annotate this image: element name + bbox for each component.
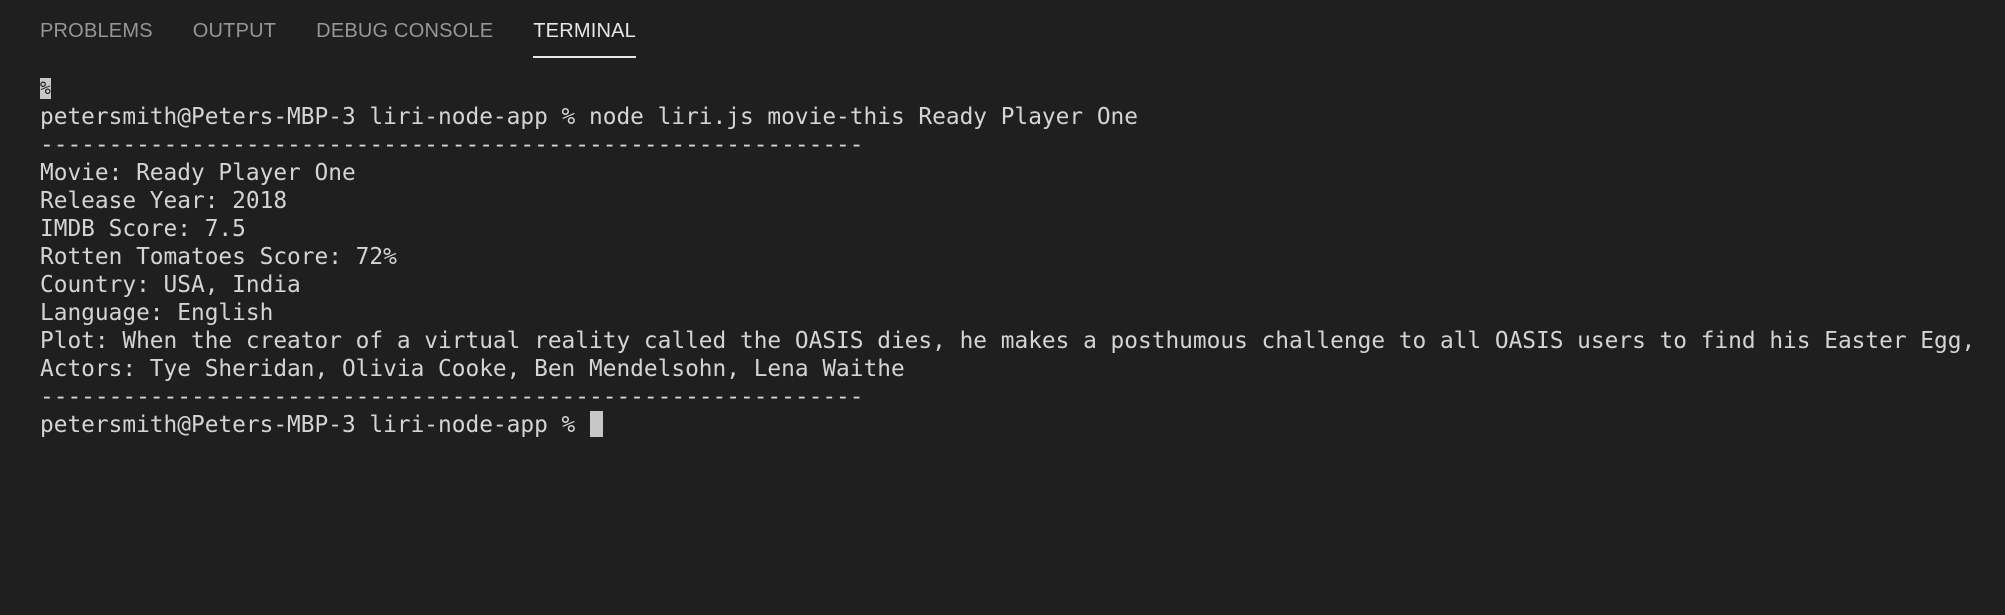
prompt: petersmith@Peters-MBP-3 liri-node-app % bbox=[40, 104, 589, 130]
tab-output[interactable]: OUTPUT bbox=[193, 0, 276, 60]
output-movie: Movie: Ready Player One bbox=[40, 160, 356, 186]
output-country: Country: USA, India bbox=[40, 272, 301, 298]
tab-terminal[interactable]: TERMINAL bbox=[533, 0, 636, 60]
output-actors: Actors: Tye Sheridan, Olivia Cooke, Ben … bbox=[40, 356, 905, 382]
terminal-output[interactable]: % petersmith@Peters-MBP-3 liri-node-app … bbox=[40, 71, 2005, 615]
final-prompt: petersmith@Peters-MBP-3 liri-node-app % bbox=[40, 412, 589, 438]
output-imdb-score: IMDB Score: 7.5 bbox=[40, 216, 246, 242]
tab-debug-console[interactable]: DEBUG CONSOLE bbox=[316, 0, 493, 60]
command-line: petersmith@Peters-MBP-3 liri-node-app % … bbox=[40, 103, 2005, 131]
separator-bottom: ----------------------------------------… bbox=[40, 384, 864, 410]
panel-tab-bar: PROBLEMS OUTPUT DEBUG CONSOLE TERMINAL bbox=[40, 0, 676, 60]
partial-line-marker: % bbox=[40, 78, 51, 99]
output-release-year: Release Year: 2018 bbox=[40, 188, 288, 214]
tab-problems[interactable]: PROBLEMS bbox=[40, 0, 153, 60]
input-line[interactable]: petersmith@Peters-MBP-3 liri-node-app % bbox=[40, 411, 2005, 439]
output-plot: Plot: When the creator of a virtual real… bbox=[40, 328, 1976, 354]
output-language: Language: English bbox=[40, 300, 274, 326]
partial-line-marker-row: % bbox=[40, 71, 2005, 103]
output-rotten-tomatoes-score: Rotten Tomatoes Score: 72% bbox=[40, 244, 397, 270]
command-text: node liri.js movie-this Ready Player One bbox=[589, 104, 1138, 130]
separator-top: ----------------------------------------… bbox=[40, 132, 864, 158]
terminal-cursor bbox=[590, 411, 603, 437]
